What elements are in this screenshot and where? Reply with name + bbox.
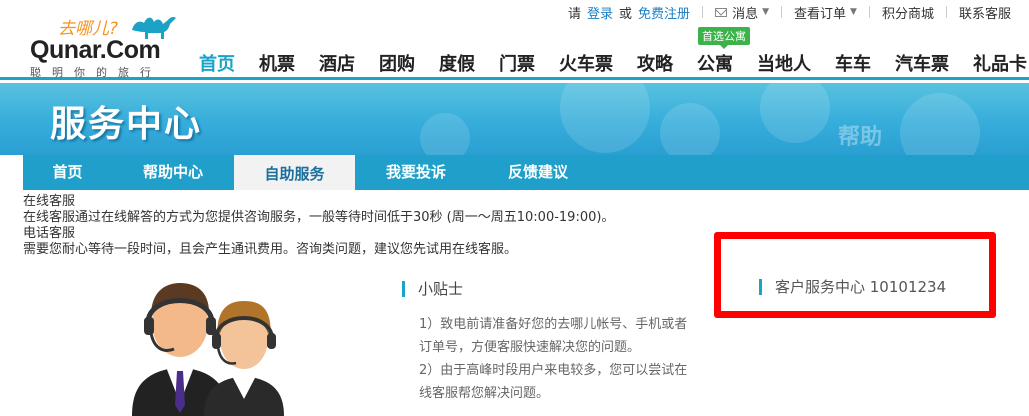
accent-bar [402, 280, 405, 297]
nav-home[interactable]: 首页 [199, 50, 235, 75]
online-service-title: 在线客服 [23, 194, 76, 209]
divider [945, 6, 947, 18]
nav-group-buy[interactable]: 团购 [379, 50, 415, 75]
tips-title: 小贴士 [418, 280, 464, 298]
chevron-down-icon[interactable]: ▼ [850, 7, 857, 17]
service-center-banner: 服务中心 帮助 [0, 83, 1029, 155]
tips-header: 小贴士 [402, 278, 712, 299]
banner-help-watermark: 帮助 [838, 125, 883, 150]
nav-locals[interactable]: 当地人 [757, 50, 811, 75]
qunar-logo[interactable]: 去哪儿? Qunar.Com 聪明你的旅行 [30, 8, 190, 79]
logo-tagline: 聪明你的旅行 [30, 66, 162, 79]
login-prefix: 请 [568, 6, 582, 22]
chevron-down-icon[interactable]: ▼ [762, 7, 769, 17]
nav-train-tickets[interactable]: 火车票 [559, 50, 613, 75]
banner-decoration [760, 83, 830, 143]
divider [781, 6, 782, 18]
envelope-icon [715, 7, 728, 17]
phone-service-title: 电话客服 [23, 226, 76, 241]
tip-line: 线客服帮您解决问题。 [419, 386, 550, 401]
banner-decoration [660, 103, 720, 155]
login-link[interactable]: 登录 [587, 3, 613, 22]
highlight-box [714, 232, 996, 318]
login-or: 或 [619, 6, 633, 22]
nav-gift-cards[interactable]: 礼品卡 [973, 50, 1027, 75]
contact-link[interactable]: 联系客服 [959, 3, 1011, 22]
nav-apartments[interactable]: 公寓 [697, 50, 733, 75]
customer-service-agents-illustration [132, 283, 284, 416]
tips-body: 1）致电前请准备好您的去哪儿帐号、手机或者 订单号，方便客服快速解决您的问题。 … [419, 313, 712, 405]
nav-bus-tickets[interactable]: 汽车票 [895, 50, 949, 75]
tab-help-center[interactable]: 帮助中心 [112, 155, 234, 190]
tip-line: 2）由于高峰时段用户来电较多，您可以尝试在 [419, 363, 688, 378]
logo-brand: Qunar.Com [30, 36, 161, 64]
tab-self-service[interactable]: 自助服务 [234, 155, 355, 190]
tab-feedback[interactable]: 反馈建议 [477, 155, 599, 190]
phone-service-desc: 需要您耐心等待一段时间，且会产生通讯费用。咨询类问题，建议您先试用在线客服。 [23, 242, 518, 257]
top-links: 请 登录 或 免费注册 消息 ▼ 查看订单 ▼ 积分商城 联系客服 [568, 3, 1011, 22]
tab-home[interactable]: 首页 [23, 155, 112, 190]
customer-service-hotline: 客户服务中心 10101234 [759, 276, 946, 297]
self-service-content: 在线客服 在线客服通过在线解答的方式为您提供咨询服务，一般等待时间低于30秒 (… [23, 194, 614, 258]
main-nav: 首页 机票 酒店 团购 度假 门票 火车票 攻略 公寓 当地人 车车 汽车票 礼… [199, 50, 1029, 75]
service-tabs: 首页 帮助中心 自助服务 我要投诉 反馈建议 [23, 155, 1029, 190]
banner-decoration [900, 93, 980, 155]
nav-hotels[interactable]: 酒店 [319, 50, 355, 75]
apartment-badge: 首选公寓 [698, 27, 750, 49]
page-title: 服务中心 [50, 104, 203, 145]
nav-vacation[interactable]: 度假 [439, 50, 475, 75]
banner-decoration [420, 113, 470, 155]
nav-flights[interactable]: 机票 [259, 50, 295, 75]
nav-cars[interactable]: 车车 [835, 50, 871, 75]
points-mall-link[interactable]: 积分商城 [882, 3, 934, 22]
nav-guides[interactable]: 攻略 [637, 50, 673, 75]
tip-line: 订单号，方便客服快速解决您的问题。 [419, 340, 641, 355]
orders-menu[interactable]: 查看订单 [794, 3, 846, 22]
hotline-text: 客户服务中心 10101234 [775, 278, 947, 296]
tip-line: 1）致电前请准备好您的去哪儿帐号、手机或者 [419, 317, 688, 332]
tab-complaint[interactable]: 我要投诉 [355, 155, 477, 190]
banner-decoration [560, 83, 650, 153]
tips-section: 小贴士 1）致电前请准备好您的去哪儿帐号、手机或者 订单号，方便客服快速解决您的… [402, 278, 712, 405]
register-link[interactable]: 免费注册 [638, 3, 690, 22]
divider [702, 6, 704, 18]
nav-tickets[interactable]: 门票 [499, 50, 535, 75]
accent-bar [759, 278, 762, 295]
divider [868, 6, 870, 18]
site-header: 去哪儿? Qunar.Com 聪明你的旅行 请 登录 或 免费注册 消息 ▼ 查… [0, 0, 1029, 80]
online-service-desc: 在线客服通过在线解答的方式为您提供咨询服务，一般等待时间低于30秒 (周一～周五… [23, 210, 615, 225]
messages-menu[interactable]: 消息 [732, 3, 758, 22]
